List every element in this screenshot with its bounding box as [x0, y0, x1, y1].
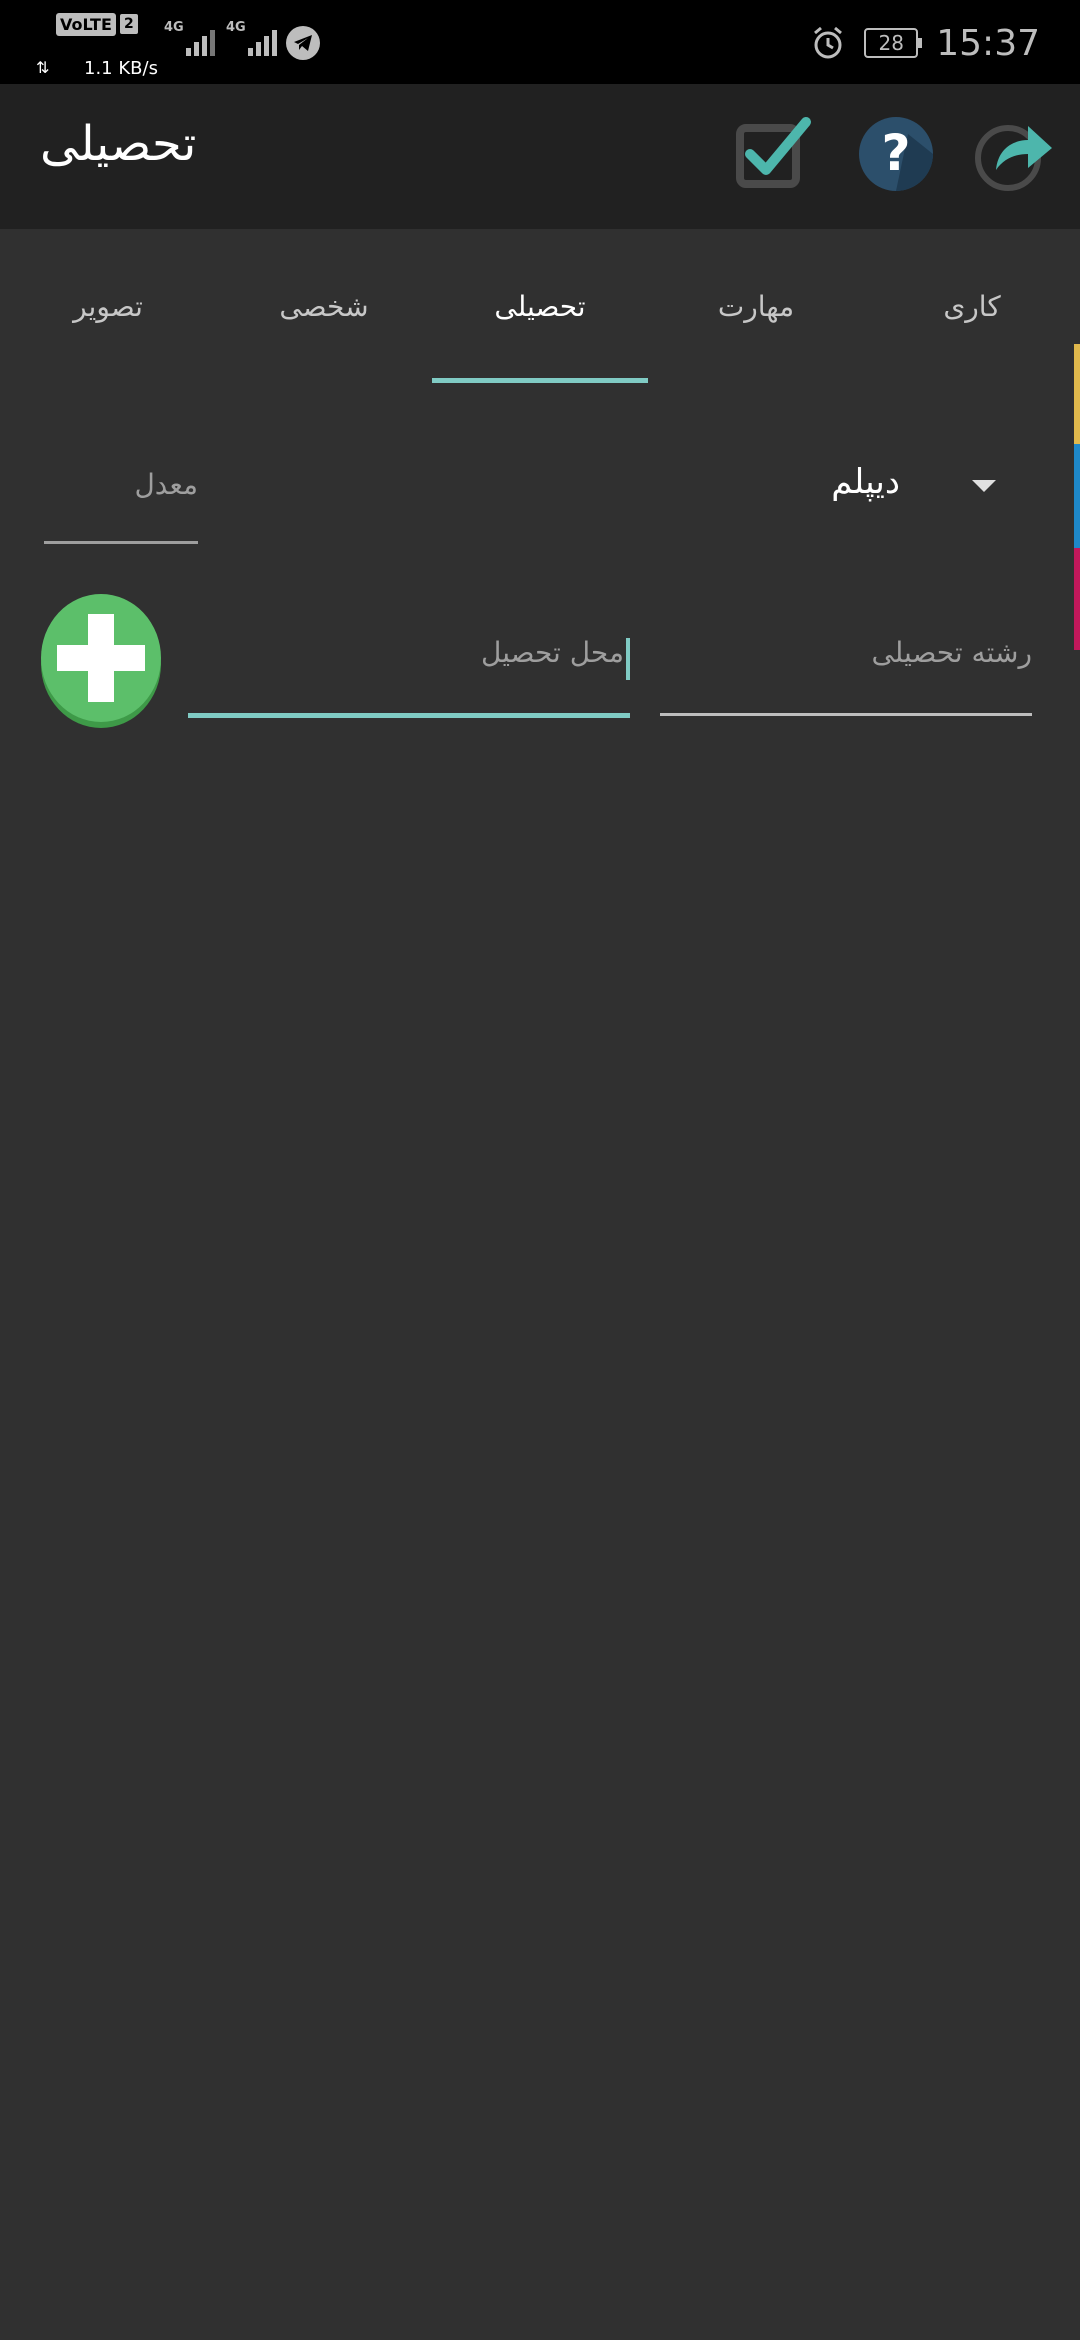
data-transfer-icon: ⇅	[36, 58, 50, 77]
status-bar: VoLTE 2 4G 4G ⇅ 1.1 KB/s 28 15:37	[0, 0, 1080, 84]
side-strip-blue	[1074, 444, 1080, 548]
svg-text:?: ?	[881, 124, 910, 182]
alarm-icon	[814, 26, 843, 59]
major-placeholder: رشته تحصیلی	[871, 636, 1032, 669]
side-strip-pink	[1074, 548, 1080, 650]
degree-value: دیپلم	[831, 462, 900, 502]
telegram-icon	[286, 26, 320, 60]
tab-label: شخصی	[279, 289, 369, 323]
tab-image[interactable]: تصویر	[0, 229, 216, 383]
tab-indicator	[432, 378, 648, 383]
average-field[interactable]: معدل	[44, 456, 198, 544]
major-field[interactable]: رشته تحصیلی	[660, 620, 1032, 716]
text-cursor	[626, 638, 630, 680]
tab-label: مهارت	[717, 289, 795, 323]
place-field[interactable]: محل تحصیل	[188, 620, 630, 718]
page-title: تحصیلی	[40, 116, 197, 172]
network-speed: 1.1 KB/s	[84, 58, 158, 79]
side-strip-yellow	[1074, 344, 1080, 444]
app-bar: تحصیلی ?	[0, 84, 1080, 229]
place-placeholder: محل تحصیل	[481, 636, 624, 669]
sim-number: 2	[119, 14, 138, 34]
battery-level: 28	[878, 31, 904, 55]
tab-label: کاری	[943, 289, 1001, 323]
tab-skill[interactable]: مهارت	[648, 229, 864, 383]
share-icon[interactable]	[974, 114, 1054, 194]
volte-icon: VoLTE	[56, 12, 116, 36]
tab-label: تصویر	[73, 289, 143, 323]
clock: 15:37	[936, 22, 1040, 64]
average-placeholder: معدل	[134, 468, 198, 501]
battery-icon: 28	[864, 28, 923, 58]
field-underline-focused	[188, 713, 630, 718]
dropdown-arrow-icon	[972, 480, 996, 492]
tab-education[interactable]: تحصیلی	[432, 229, 648, 383]
degree-dropdown[interactable]: دیپلم	[770, 440, 1010, 530]
field-underline	[660, 713, 1032, 716]
tab-work[interactable]: کاری	[864, 229, 1080, 383]
field-underline	[44, 541, 198, 544]
tab-personal[interactable]: شخصی	[216, 229, 432, 383]
volte-indicator: VoLTE 2	[56, 8, 152, 40]
tab-label: تحصیلی	[494, 289, 586, 323]
status-right: 28 15:37	[810, 16, 1040, 70]
help-icon[interactable]: ?	[856, 114, 936, 194]
tab-bar: کاری مهارت تحصیلی شخصی تصویر	[0, 229, 1080, 383]
check-icon[interactable]	[734, 114, 814, 194]
add-button[interactable]	[40, 590, 162, 730]
